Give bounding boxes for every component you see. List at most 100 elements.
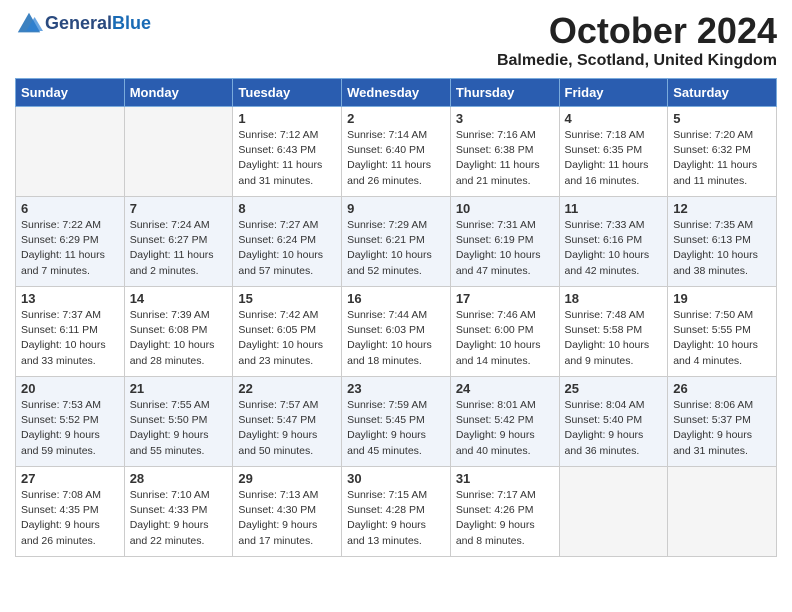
weekday-header-sunday: Sunday xyxy=(16,79,125,107)
calendar-week-row: 27 Sunrise: 7:08 AMSunset: 4:35 PMDayligh… xyxy=(16,467,777,557)
logo: GeneralBlue xyxy=(15,10,151,38)
day-info: Sunrise: 7:59 AMSunset: 5:45 PMDaylight:… xyxy=(347,398,445,459)
day-number: 20 xyxy=(21,381,119,396)
day-number: 9 xyxy=(347,201,445,216)
calendar-cell: 8 Sunrise: 7:27 AMSunset: 6:24 PMDaylight… xyxy=(233,197,342,287)
day-number: 6 xyxy=(21,201,119,216)
day-number: 4 xyxy=(565,111,663,126)
day-info: Sunrise: 7:44 AMSunset: 6:03 PMDaylight:… xyxy=(347,308,445,369)
day-info: Sunrise: 7:37 AMSunset: 6:11 PMDaylight:… xyxy=(21,308,119,369)
calendar-cell: 14Sunrise: 7:39 AMSunset: 6:08 PMDayligh… xyxy=(124,287,233,377)
logo-text-line1: GeneralBlue xyxy=(45,14,151,34)
day-info: Sunrise: 7:15 AMSunset: 4:28 PMDaylight:… xyxy=(347,488,445,549)
calendar-cell: 29 Sunrise: 7:13 AMSunset: 4:30 PMDayligh… xyxy=(233,467,342,557)
calendar-cell: 23 Sunrise: 7:59 AMSunset: 5:45 PMDayligh… xyxy=(342,377,451,467)
calendar-cell: 22 Sunrise: 7:57 AMSunset: 5:47 PMDayligh… xyxy=(233,377,342,467)
calendar-cell: 3 Sunrise: 7:16 AMSunset: 6:38 PMDaylight… xyxy=(450,107,559,197)
day-number: 12 xyxy=(673,201,771,216)
weekday-header-row: SundayMondayTuesdayWednesdayThursdayFrid… xyxy=(16,79,777,107)
calendar-cell: 20 Sunrise: 7:53 AMSunset: 5:52 PMDayligh… xyxy=(16,377,125,467)
calendar-page: GeneralBlue October 2024 Balmedie, Scotl… xyxy=(0,0,792,567)
calendar-header: GeneralBlue October 2024 Balmedie, Scotl… xyxy=(15,10,777,70)
day-number: 22 xyxy=(238,381,336,396)
day-info: Sunrise: 7:17 AMSunset: 4:26 PMDaylight:… xyxy=(456,488,554,549)
day-info: Sunrise: 7:24 AMSunset: 6:27 PMDaylight:… xyxy=(130,218,228,279)
calendar-cell: 28Sunrise: 7:10 AMSunset: 4:33 PMDayligh… xyxy=(124,467,233,557)
day-info: Sunrise: 7:55 AMSunset: 5:50 PMDaylight:… xyxy=(130,398,228,459)
day-number: 5 xyxy=(673,111,771,126)
day-info: Sunrise: 7:13 AMSunset: 4:30 PMDaylight:… xyxy=(238,488,336,549)
day-info: Sunrise: 7:57 AMSunset: 5:47 PMDaylight:… xyxy=(238,398,336,459)
day-number: 14 xyxy=(130,291,228,306)
calendar-cell: 17Sunrise: 7:46 AMSunset: 6:00 PMDayligh… xyxy=(450,287,559,377)
calendar-cell xyxy=(16,107,125,197)
calendar-cell xyxy=(559,467,668,557)
day-number: 19 xyxy=(673,291,771,306)
weekday-header-wednesday: Wednesday xyxy=(342,79,451,107)
calendar-cell: 11 Sunrise: 7:33 AMSunset: 6:16 PMDayligh… xyxy=(559,197,668,287)
calendar-cell: 21 Sunrise: 7:55 AMSunset: 5:50 PMDayligh… xyxy=(124,377,233,467)
calendar-cell: 24 Sunrise: 8:01 AMSunset: 5:42 PMDayligh… xyxy=(450,377,559,467)
calendar-week-row: 13 Sunrise: 7:37 AMSunset: 6:11 PMDayligh… xyxy=(16,287,777,377)
calendar-title: October 2024 xyxy=(497,10,777,52)
day-number: 1 xyxy=(238,111,336,126)
day-number: 3 xyxy=(456,111,554,126)
calendar-cell: 7 Sunrise: 7:24 AMSunset: 6:27 PMDaylight… xyxy=(124,197,233,287)
weekday-header-thursday: Thursday xyxy=(450,79,559,107)
day-number: 26 xyxy=(673,381,771,396)
day-info: Sunrise: 7:27 AMSunset: 6:24 PMDaylight:… xyxy=(238,218,336,279)
calendar-cell: 9 Sunrise: 7:29 AMSunset: 6:21 PMDaylight… xyxy=(342,197,451,287)
calendar-cell: 2Sunrise: 7:14 AMSunset: 6:40 PMDaylight… xyxy=(342,107,451,197)
day-number: 31 xyxy=(456,471,554,486)
calendar-cell: 13 Sunrise: 7:37 AMSunset: 6:11 PMDayligh… xyxy=(16,287,125,377)
calendar-cell: 16 Sunrise: 7:44 AMSunset: 6:03 PMDayligh… xyxy=(342,287,451,377)
calendar-week-row: 1Sunrise: 7:12 AMSunset: 6:43 PMDaylight… xyxy=(16,107,777,197)
day-number: 29 xyxy=(238,471,336,486)
calendar-cell: 1Sunrise: 7:12 AMSunset: 6:43 PMDaylight… xyxy=(233,107,342,197)
day-number: 27 xyxy=(21,471,119,486)
day-number: 13 xyxy=(21,291,119,306)
day-info: Sunrise: 7:16 AMSunset: 6:38 PMDaylight:… xyxy=(456,128,554,189)
calendar-cell: 4 Sunrise: 7:18 AMSunset: 6:35 PMDaylight… xyxy=(559,107,668,197)
calendar-table: SundayMondayTuesdayWednesdayThursdayFrid… xyxy=(15,78,777,557)
calendar-cell xyxy=(124,107,233,197)
calendar-cell: 30 Sunrise: 7:15 AMSunset: 4:28 PMDayligh… xyxy=(342,467,451,557)
day-number: 8 xyxy=(238,201,336,216)
day-info: Sunrise: 7:22 AMSunset: 6:29 PMDaylight:… xyxy=(21,218,119,279)
day-number: 7 xyxy=(130,201,228,216)
day-number: 23 xyxy=(347,381,445,396)
day-number: 11 xyxy=(565,201,663,216)
calendar-cell: 31 Sunrise: 7:17 AMSunset: 4:26 PMDayligh… xyxy=(450,467,559,557)
calendar-cell: 15Sunrise: 7:42 AMSunset: 6:05 PMDayligh… xyxy=(233,287,342,377)
calendar-cell: 5Sunrise: 7:20 AMSunset: 6:32 PMDaylight… xyxy=(668,107,777,197)
calendar-cell: 25Sunrise: 8:04 AMSunset: 5:40 PMDayligh… xyxy=(559,377,668,467)
day-info: Sunrise: 7:08 AMSunset: 4:35 PMDaylight:… xyxy=(21,488,119,549)
day-info: Sunrise: 7:29 AMSunset: 6:21 PMDaylight:… xyxy=(347,218,445,279)
calendar-cell xyxy=(668,467,777,557)
day-number: 21 xyxy=(130,381,228,396)
day-number: 10 xyxy=(456,201,554,216)
day-info: Sunrise: 7:53 AMSunset: 5:52 PMDaylight:… xyxy=(21,398,119,459)
day-number: 24 xyxy=(456,381,554,396)
logo-icon xyxy=(15,10,43,38)
calendar-week-row: 6 Sunrise: 7:22 AMSunset: 6:29 PMDaylight… xyxy=(16,197,777,287)
calendar-cell: 27 Sunrise: 7:08 AMSunset: 4:35 PMDayligh… xyxy=(16,467,125,557)
day-info: Sunrise: 7:50 AMSunset: 5:55 PMDaylight:… xyxy=(673,308,771,369)
day-info: Sunrise: 7:33 AMSunset: 6:16 PMDaylight:… xyxy=(565,218,663,279)
calendar-cell: 26Sunrise: 8:06 AMSunset: 5:37 PMDayligh… xyxy=(668,377,777,467)
day-info: Sunrise: 7:18 AMSunset: 6:35 PMDaylight:… xyxy=(565,128,663,189)
weekday-header-friday: Friday xyxy=(559,79,668,107)
calendar-subtitle: Balmedie, Scotland, United Kingdom xyxy=(497,52,777,70)
day-number: 25 xyxy=(565,381,663,396)
weekday-header-monday: Monday xyxy=(124,79,233,107)
day-number: 16 xyxy=(347,291,445,306)
day-number: 2 xyxy=(347,111,445,126)
day-info: Sunrise: 7:31 AMSunset: 6:19 PMDaylight:… xyxy=(456,218,554,279)
day-number: 30 xyxy=(347,471,445,486)
day-info: Sunrise: 8:01 AMSunset: 5:42 PMDaylight:… xyxy=(456,398,554,459)
day-info: Sunrise: 7:42 AMSunset: 6:05 PMDaylight:… xyxy=(238,308,336,369)
day-info: Sunrise: 7:46 AMSunset: 6:00 PMDaylight:… xyxy=(456,308,554,369)
calendar-cell: 19 Sunrise: 7:50 AMSunset: 5:55 PMDayligh… xyxy=(668,287,777,377)
calendar-cell: 6 Sunrise: 7:22 AMSunset: 6:29 PMDaylight… xyxy=(16,197,125,287)
calendar-cell: 10 Sunrise: 7:31 AMSunset: 6:19 PMDayligh… xyxy=(450,197,559,287)
